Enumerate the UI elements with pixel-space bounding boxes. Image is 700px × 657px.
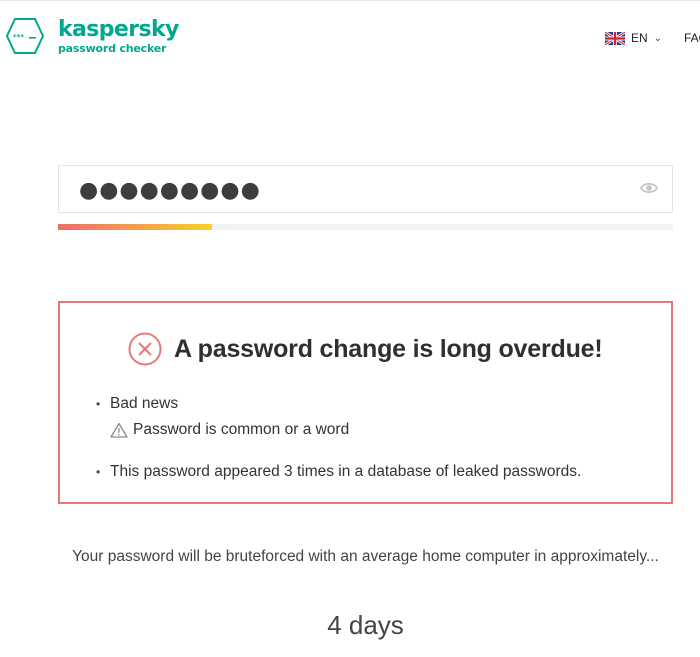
- top-border: [0, 0, 700, 3]
- faq-link[interactable]: FAQ: [684, 31, 700, 45]
- kaspersky-logo[interactable]: *** kaspersky password checker: [5, 17, 179, 55]
- password-strength-bar: [58, 224, 673, 230]
- result-title: A password change is long overdue!: [174, 334, 603, 363]
- password-strength-fill: [58, 224, 212, 230]
- brand-subtitle: password checker: [58, 41, 167, 55]
- hexagon-logo-icon: ***: [5, 18, 45, 54]
- bad-news-label: Bad news: [110, 395, 179, 412]
- error-circle-x-icon: [128, 332, 162, 366]
- bad-news-detail: Password is common or a word: [133, 421, 350, 438]
- password-input[interactable]: ●●●●●●●●●: [58, 165, 673, 213]
- language-selector[interactable]: EN ⌄: [605, 31, 662, 45]
- list-item-detail: Password is common or a word: [110, 421, 581, 439]
- brand-name: kaspersky: [58, 16, 179, 42]
- uk-flag-icon: [605, 31, 625, 45]
- list-item: • Bad news: [96, 395, 581, 413]
- bullet-dot: •: [96, 465, 101, 479]
- svg-text:***: ***: [13, 33, 24, 41]
- language-code: EN: [631, 31, 648, 45]
- password-masked-value: ●●●●●●●●●: [79, 178, 261, 203]
- result-panel: A password change is long overdue! • Bad…: [58, 301, 673, 504]
- bullet-dot: •: [96, 397, 101, 411]
- warning-triangle-icon: [110, 422, 128, 438]
- result-list: • Bad news Password is common or a word …: [96, 395, 581, 481]
- chevron-down-icon: ⌄: [653, 32, 663, 44]
- show-password-eye-icon[interactable]: [640, 181, 658, 195]
- bruteforce-time: 4 days: [327, 610, 404, 640]
- leak-info-text: This password appeared 3 times in a data…: [110, 463, 582, 480]
- bruteforce-description: Your password will be bruteforced with a…: [72, 548, 659, 565]
- list-item: • This password appeared 3 times in a da…: [96, 463, 581, 481]
